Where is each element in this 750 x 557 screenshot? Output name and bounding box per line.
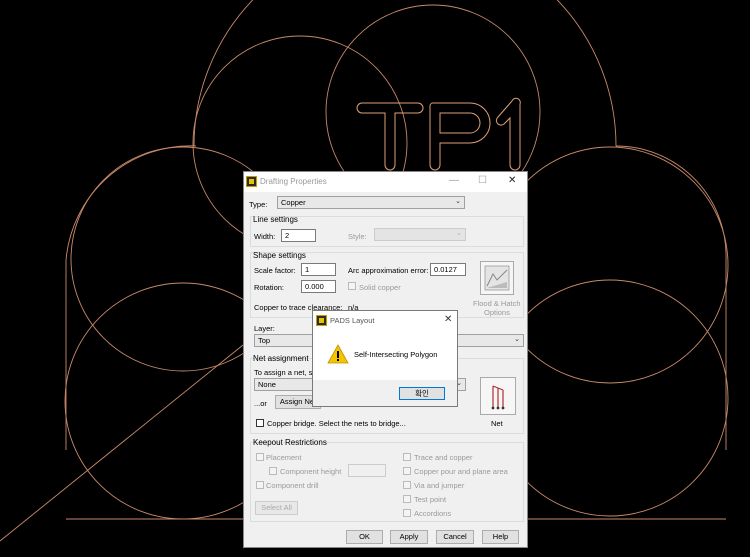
style-label: Style: xyxy=(348,232,367,241)
component-drill-label: Component drill xyxy=(266,481,319,490)
type-label: Type: xyxy=(249,200,268,209)
accordions-label: Accordions xyxy=(414,509,452,518)
flood-hatch-label-1: Flood & Hatch xyxy=(473,299,521,308)
chevron-down-icon: ⌄ xyxy=(514,336,520,343)
warning-icon xyxy=(327,344,349,364)
rotation-input[interactable]: 0.000 xyxy=(301,280,336,293)
copper-bridge-checkbox[interactable] xyxy=(256,419,264,427)
tp1-label-outline xyxy=(356,97,521,171)
chevron-down-icon: ⌄ xyxy=(456,230,462,237)
via-jumper-label: Via and jumper xyxy=(414,481,465,490)
close-icon[interactable]: ✕ xyxy=(508,176,516,186)
layer-label: Layer: xyxy=(254,324,275,333)
line-settings-title: Line settings xyxy=(253,215,298,224)
pads-layout-message-box: PADS Layout ✕ Self-Intersecting Polygon … xyxy=(312,310,458,407)
net-button-label: Net xyxy=(491,419,503,428)
width-label: Width: xyxy=(254,232,276,241)
accordions-checkbox[interactable] xyxy=(403,509,411,517)
keepout-title: Keepout Restrictions xyxy=(253,438,327,447)
solid-copper-label: Solid copper xyxy=(359,283,401,292)
component-height-input[interactable] xyxy=(348,464,386,477)
width-input[interactable]: 2 xyxy=(281,229,316,242)
copper-pour-checkbox[interactable] xyxy=(403,467,411,475)
trace-copper-checkbox[interactable] xyxy=(403,453,411,461)
net-value: None xyxy=(258,380,276,389)
solid-copper-checkbox[interactable] xyxy=(348,282,356,290)
test-point-checkbox[interactable] xyxy=(403,495,411,503)
rotation-label: Rotation: xyxy=(254,283,285,292)
copper-pour-label: Copper pour and plane area xyxy=(414,467,508,476)
window-title: Drafting Properties xyxy=(260,177,327,186)
type-dropdown[interactable]: Copper ⌄ xyxy=(277,196,465,209)
layer-value: Top xyxy=(258,336,271,345)
help-button[interactable]: Help xyxy=(482,530,519,544)
placement-checkbox[interactable] xyxy=(256,453,264,461)
arc-error-input[interactable]: 0.0127 xyxy=(430,263,466,276)
via-jumper-checkbox[interactable] xyxy=(403,481,411,489)
pads-app-icon xyxy=(316,315,327,326)
pads-app-icon xyxy=(246,176,257,187)
maximize-icon[interactable]: ☐ xyxy=(478,176,487,186)
message-text: Self-Intersecting Polygon xyxy=(354,350,438,359)
minimize-icon[interactable]: — xyxy=(449,176,459,186)
net-instruction: To assign a net, se xyxy=(254,368,317,377)
message-title-bar[interactable]: PADS Layout ✕ xyxy=(313,311,457,330)
arc-error-label: Arc approximation error: xyxy=(348,266,429,275)
component-drill-checkbox[interactable] xyxy=(256,481,264,489)
chevron-down-icon: ⌄ xyxy=(455,198,461,205)
net-assignment-title: Net assignment xyxy=(253,354,309,363)
confirm-button[interactable]: 확인 xyxy=(399,387,445,400)
component-height-label: Component height xyxy=(280,467,342,476)
flood-hatch-icon xyxy=(484,265,510,291)
title-bar[interactable]: Drafting Properties — ☐ ✕ xyxy=(244,172,527,192)
placement-label: Placement xyxy=(266,453,302,462)
message-body: Self-Intersecting Polygon xyxy=(313,330,457,380)
style-dropdown[interactable]: ⌄ xyxy=(374,228,466,241)
net-button[interactable] xyxy=(480,377,516,415)
flood-hatch-options-button[interactable] xyxy=(480,261,514,295)
trace-copper-label: Trace and copper xyxy=(414,453,473,462)
scale-factor-input[interactable]: 1 xyxy=(301,263,336,276)
shape-settings-title: Shape settings xyxy=(253,251,306,260)
test-point-label: Test point xyxy=(414,495,447,504)
copper-bridge-label: Copper bridge. Select the nets to bridge… xyxy=(267,419,406,428)
close-icon[interactable]: ✕ xyxy=(444,315,452,325)
message-title: PADS Layout xyxy=(330,316,375,325)
net-icon xyxy=(491,385,505,410)
ok-button[interactable]: OK xyxy=(346,530,383,544)
select-all-button[interactable]: Select All xyxy=(255,501,298,515)
type-value: Copper xyxy=(281,198,306,207)
apply-button[interactable]: Apply xyxy=(390,530,428,544)
component-height-checkbox[interactable] xyxy=(269,467,277,475)
or-label: ...or xyxy=(254,399,267,408)
cancel-button[interactable]: Cancel xyxy=(436,530,474,544)
flood-hatch-label-2: Options xyxy=(484,308,510,317)
scale-factor-label: Scale factor: xyxy=(254,266,296,275)
